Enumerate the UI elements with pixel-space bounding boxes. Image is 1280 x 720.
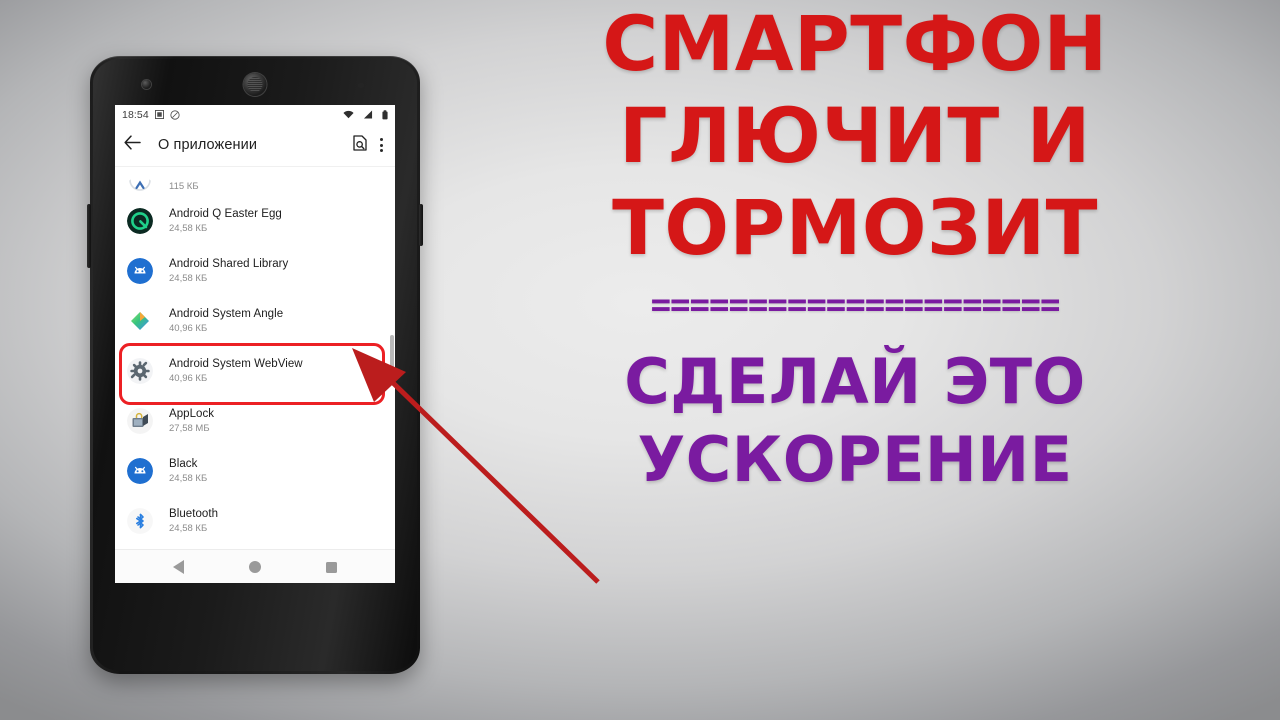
signal-icon	[363, 110, 373, 119]
list-item-text: Bluetooth 24,58 КБ	[169, 507, 218, 535]
navigation-bar	[115, 549, 395, 583]
nav-home-icon[interactable]	[248, 561, 261, 573]
list-item-size: 40,96 КБ	[169, 373, 208, 384]
gear-icon	[127, 358, 153, 384]
android-q-icon	[127, 208, 153, 234]
app-list[interactable]: 115 КБ Android Q Easter Egg 24,58 КБ And…	[115, 167, 395, 549]
list-item-size: 24,58 КБ	[169, 223, 208, 234]
back-arrow-icon[interactable]	[124, 135, 141, 155]
list-item-text: Android Shared Library 24,58 КБ	[169, 257, 288, 285]
list-item[interactable]: Android System Angle 40,96 КБ	[115, 296, 395, 346]
list-item[interactable]: Bluetooth 24,58 КБ	[115, 496, 395, 546]
list-item-android-system-webview[interactable]: Android System WebView 40,96 КБ	[115, 346, 395, 396]
list-item-size: 24,58 КБ	[169, 473, 208, 484]
status-bar-left: 18:54	[122, 109, 180, 121]
app-bar: О приложении	[115, 124, 395, 167]
generic-app-icon	[127, 177, 153, 193]
list-item-name: Bluetooth	[169, 508, 219, 520]
list-item-size: 40,96 КБ	[169, 323, 208, 334]
list-item-name: Android System WebView	[169, 358, 303, 370]
android-robot-icon	[127, 258, 153, 284]
list-item-size: 24,58 КБ	[169, 273, 208, 284]
front-camera-icon	[142, 80, 151, 89]
page-title: О приложении	[158, 137, 258, 153]
poster-canvas: 18:54 О приложении 115 КБ Android Q East…	[0, 0, 1280, 720]
list-item[interactable]: 115 КБ	[115, 167, 395, 196]
list-item-name: Android System Angle	[169, 308, 284, 320]
list-item[interactable]: Black 24,58 КБ	[115, 446, 395, 496]
list-item[interactable]: Android Shared Library 24,58 КБ	[115, 246, 395, 296]
do-not-disturb-icon	[170, 109, 180, 120]
list-item[interactable]: AppLock 27,58 МБ	[115, 396, 395, 446]
battery-icon	[382, 109, 388, 120]
nav-back-icon[interactable]	[173, 560, 185, 574]
nav-recents-icon[interactable]	[325, 561, 337, 573]
applock-icon	[127, 408, 153, 434]
volume-button[interactable]	[87, 204, 91, 268]
divider: =====================	[650, 288, 1061, 322]
list-item-text: Android System Angle 40,96 КБ	[169, 307, 283, 335]
list-item-text: AppLock 27,58 МБ	[169, 407, 214, 435]
list-item-name: Android Shared Library	[169, 258, 289, 270]
list-item-text: Android Q Easter Egg 24,58 КБ	[169, 207, 282, 235]
screenshot-icon	[154, 110, 164, 119]
promo-line-5: УСКОРЕНИЕ	[637, 423, 1073, 496]
promo-line-3: ТОРМОЗИТ	[612, 183, 1098, 272]
phone-device: 18:54 О приложении 115 КБ Android Q East…	[87, 56, 423, 674]
document-search-icon[interactable]	[353, 134, 367, 156]
promo-line-4: СДЕЛАЙ ЭТО	[624, 345, 1086, 418]
status-bar: 18:54	[115, 105, 395, 124]
scrollbar-thumb[interactable]	[390, 335, 394, 377]
list-item-text: 115 КБ	[169, 180, 199, 193]
power-button[interactable]	[419, 204, 423, 246]
list-item-name: Black	[169, 458, 198, 470]
app-bar-actions	[353, 134, 386, 156]
proximity-sensor-icon	[358, 83, 364, 88]
list-item-size: 27,58 МБ	[169, 423, 210, 434]
promo-line-2: ГЛЮЧИТ И	[619, 91, 1091, 180]
android-robot-icon	[127, 458, 153, 484]
bluetooth-icon	[127, 508, 153, 534]
overflow-menu-icon[interactable]	[380, 138, 383, 152]
promo-line-1: СМАРТФОН	[602, 0, 1108, 88]
list-item-text: Android System WebView 40,96 КБ	[169, 357, 303, 385]
list-item-size: 115 КБ	[169, 181, 199, 192]
list-item-text: Black 24,58 КБ	[169, 457, 207, 485]
promo-text-panel: СМАРТФОН ГЛЮЧИТ И ТОРМОЗИТ =============…	[430, 0, 1280, 720]
phone-screen: 18:54 О приложении 115 КБ Android Q East…	[115, 105, 395, 583]
list-item-size: 24,58 КБ	[169, 523, 208, 534]
status-bar-right	[337, 109, 388, 120]
angle-diamond-icon	[127, 308, 153, 334]
list-item[interactable]: Bluetooth MIDI Service 24,58 КБ	[115, 546, 395, 549]
list-item-name: Android Q Easter Egg	[169, 208, 282, 220]
wifi-icon	[343, 110, 354, 119]
earpiece-speaker-icon	[243, 73, 267, 96]
list-item-name: AppLock	[169, 408, 215, 420]
status-bar-clock: 18:54	[122, 108, 149, 121]
list-item[interactable]: Android Q Easter Egg 24,58 КБ	[115, 196, 395, 246]
